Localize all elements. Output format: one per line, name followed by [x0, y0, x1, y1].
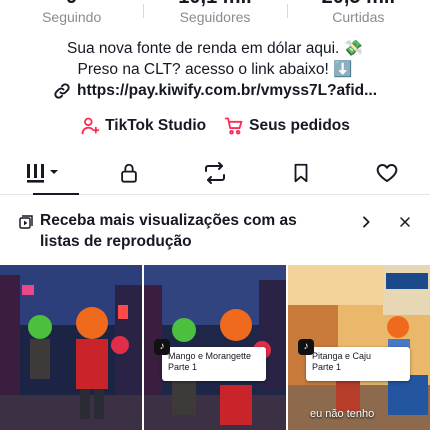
stat-label: Curtidas — [332, 9, 385, 25]
stat-value: 10,1 mil — [143, 0, 286, 8]
orders-label: Seus pedidos — [249, 117, 350, 134]
profile-stats: 9 Seguindo 10,1 mil Seguidores 20,5 mil … — [0, 0, 430, 30]
tiktok-logo-icon: ♪ — [298, 339, 314, 355]
repost-icon — [205, 162, 225, 184]
stat-followers[interactable]: 10,1 mil Seguidores — [143, 0, 286, 30]
video-grid: ♪ Mango e Morangette Parte 1 ♪ Pitanga e… — [0, 265, 430, 430]
video-card-subtitle: Parte 1 — [312, 362, 342, 372]
tab-reposts[interactable] — [172, 152, 258, 194]
banner-text: Receba mais visualizações com as listas … — [40, 212, 297, 250]
orders-button[interactable]: Seus pedidos — [224, 116, 350, 136]
tiktok-studio-label: TikTok Studio — [105, 117, 207, 134]
profile-actions: TikTok Studio Seus pedidos — [0, 116, 430, 136]
profile-tabs — [0, 152, 430, 195]
video-card-subtitle: Parte 1 — [168, 362, 198, 372]
stat-value: 9 — [0, 0, 143, 8]
tiktok-studio-button[interactable]: TikTok Studio — [80, 116, 206, 136]
stat-label: Seguindo — [42, 9, 102, 25]
bio-link-text: https://pay.kiwify.com.br/vmyss7L?afid..… — [76, 82, 378, 99]
playlist-banner[interactable]: Receba mais visualizações com as listas … — [0, 206, 430, 256]
studio-person-icon — [81, 117, 100, 135]
video-thumbnail[interactable]: ♪ Pitanga e Caju Parte 1 eu não tenho — [288, 265, 430, 430]
heart-icon — [376, 164, 398, 182]
bio-line: Sua nova fonte de renda em dólar aqui. 💸 — [67, 40, 363, 57]
video-card-title: Pitanga e Caju — [312, 351, 372, 361]
tab-private[interactable] — [86, 152, 172, 194]
profile-bio: Sua nova fonte de renda em dólar aqui. 💸… — [0, 38, 430, 80]
video-caption: eu não tenho — [310, 408, 375, 420]
bio-link[interactable]: https://pay.kiwify.com.br/vmyss7L?afid..… — [0, 82, 430, 100]
videos-grid-icon — [27, 164, 58, 183]
link-icon — [54, 83, 70, 99]
video-thumbnail[interactable] — [0, 265, 142, 430]
playlist-icon — [19, 215, 33, 229]
video-thumbnail-image — [0, 265, 142, 430]
stat-following[interactable]: 9 Seguindo — [0, 0, 143, 30]
tab-videos[interactable] — [0, 152, 86, 195]
close-icon[interactable] — [397, 214, 413, 230]
stat-value: 20,5 mil — [287, 0, 430, 8]
video-title-card: ♪ Pitanga e Caju Parte 1 — [298, 339, 410, 381]
tab-liked[interactable] — [344, 152, 430, 194]
video-thumbnail[interactable]: ♪ Mango e Morangette Parte 1 — [144, 265, 286, 430]
bookmark-icon — [294, 163, 308, 183]
tiktok-logo-icon: ♪ — [154, 339, 170, 355]
stat-likes[interactable]: 20,5 mil Curtidas — [286, 0, 430, 30]
video-title-card: ♪ Mango e Morangette Parte 1 — [154, 339, 266, 381]
chevron-right-icon[interactable] — [358, 214, 374, 230]
tab-favorites[interactable] — [258, 152, 344, 194]
video-card-title: Mango e Morangette — [168, 351, 252, 361]
lock-icon — [121, 163, 137, 183]
cart-icon — [224, 117, 243, 135]
stat-label: Seguidores — [179, 9, 251, 25]
bio-line: Preso na CLT? acesso o link abaixo! ⬇️ — [77, 61, 353, 78]
